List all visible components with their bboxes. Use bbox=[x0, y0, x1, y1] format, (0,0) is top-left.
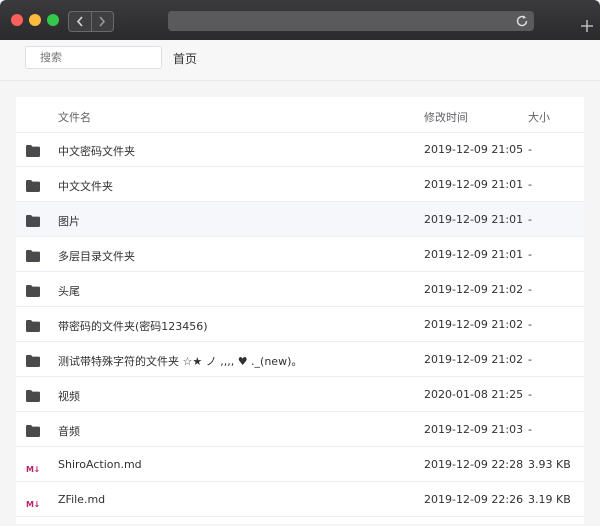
address-bar[interactable] bbox=[168, 11, 534, 31]
file-name: 视频 bbox=[58, 390, 80, 403]
file-name: 音频 bbox=[58, 425, 80, 438]
breadcrumb-home[interactable]: 首页 bbox=[173, 50, 197, 67]
modified-time: 2019-12-09 21:02 bbox=[424, 283, 524, 296]
table-row[interactable]: 带密码的文件夹(密码123456) 2019-12-09 21:02- bbox=[16, 307, 584, 342]
table-row[interactable]: 图片 2019-12-09 21:01- bbox=[16, 202, 584, 237]
modified-time: 2019-12-09 21:01 bbox=[424, 178, 524, 191]
table-row[interactable]: M↓ ShiroAction.md 2019-12-09 22:28 3.93 KB bbox=[16, 447, 584, 482]
file-size: - bbox=[528, 143, 532, 156]
modified-time: 2019-12-09 21:02 bbox=[424, 353, 524, 366]
close-window-button[interactable] bbox=[11, 14, 23, 26]
file-name: 中文密码文件夹 bbox=[58, 145, 135, 158]
modified-time: 2019-12-09 21:01 bbox=[424, 248, 524, 261]
new-tab-button[interactable] bbox=[576, 15, 598, 37]
chevron-left-icon bbox=[76, 16, 83, 27]
markdown-icon: M↓ bbox=[26, 492, 40, 509]
file-name: ShiroAction.md bbox=[58, 458, 142, 471]
folder-icon bbox=[26, 177, 40, 192]
table-row[interactable]: M↓ ZFile.md 2019-12-09 22:26 3.19 KB bbox=[16, 482, 584, 517]
folder-icon bbox=[26, 317, 40, 332]
modified-time: 2019-12-09 21:01 bbox=[424, 213, 524, 226]
file-name: 中文文件夹 bbox=[58, 180, 113, 193]
file-name: ZFile.md bbox=[58, 493, 106, 506]
table-header: 文件名 修改时间 大小 bbox=[16, 97, 584, 133]
reload-icon[interactable] bbox=[514, 13, 530, 29]
forward-button[interactable] bbox=[90, 12, 114, 31]
table-row[interactable]: 测试带特殊字符的文件夹 ☆★ ノ ,,,, ♥ ._(new)。 2019-12-… bbox=[16, 342, 584, 377]
file-table: 文件名 修改时间 大小 中文密码文件夹 2019-12-09 21:05- 中文文件… bbox=[16, 97, 584, 524]
folder-icon bbox=[26, 387, 40, 402]
file-size: - bbox=[528, 213, 532, 226]
chevron-right-icon bbox=[99, 16, 106, 27]
browser-titlebar bbox=[0, 0, 600, 40]
file-name: 图片 bbox=[58, 215, 80, 228]
header-time[interactable]: 修改时间 bbox=[424, 109, 468, 125]
file-name: 测试带特殊字符的文件夹 ☆★ ノ ,,,, ♥ ._(new)。 bbox=[58, 355, 303, 368]
file-size: - bbox=[528, 248, 532, 261]
table-row[interactable]: 中文文件夹 2019-12-09 21:01- bbox=[16, 167, 584, 202]
modified-time: 2019-12-09 21:03 bbox=[424, 423, 524, 436]
file-size: - bbox=[528, 388, 532, 401]
modified-time: 2019-12-09 22:26 bbox=[424, 493, 524, 506]
minimize-window-button[interactable] bbox=[29, 14, 41, 26]
markdown-icon-text: M↓ bbox=[26, 465, 40, 474]
file-name: 头尾 bbox=[58, 285, 80, 298]
header-name[interactable]: 文件名 bbox=[58, 109, 91, 125]
table-row[interactable]: 视频 2020-01-08 21:25- bbox=[16, 377, 584, 412]
folder-icon bbox=[26, 247, 40, 262]
modified-time: 2019-12-09 22:28 bbox=[424, 458, 524, 471]
file-size: - bbox=[528, 178, 532, 191]
search-input[interactable] bbox=[25, 46, 162, 69]
maximize-window-button[interactable] bbox=[47, 14, 59, 26]
back-button[interactable] bbox=[69, 12, 91, 31]
modified-time: 2019-12-09 21:05 bbox=[424, 143, 524, 156]
folder-icon bbox=[26, 422, 40, 437]
header-size[interactable]: 大小 bbox=[528, 109, 550, 125]
file-name: 带密码的文件夹(密码123456) bbox=[58, 320, 208, 333]
modified-time: 2019-12-09 21:02 bbox=[424, 318, 524, 331]
file-size: 3.93 KB bbox=[528, 458, 571, 471]
file-size: 3.19 KB bbox=[528, 493, 571, 506]
folder-icon bbox=[26, 212, 40, 227]
table-row[interactable]: 多层目录文件夹 2019-12-09 21:01- bbox=[16, 237, 584, 272]
file-size: - bbox=[528, 353, 532, 366]
folder-icon bbox=[26, 282, 40, 297]
folder-icon bbox=[26, 352, 40, 367]
markdown-icon-text: M↓ bbox=[26, 500, 40, 509]
file-name: 多层目录文件夹 bbox=[58, 250, 135, 263]
folder-icon bbox=[26, 142, 40, 157]
page: 首页 文件名 修改时间 大小 中文密码文件夹2019-12-09 21:05-中… bbox=[0, 40, 600, 526]
table-row[interactable]: 头尾 2019-12-09 21:02- bbox=[16, 272, 584, 307]
nav-buttons bbox=[68, 11, 114, 32]
top-bar: 首页 bbox=[0, 40, 600, 81]
file-size: - bbox=[528, 318, 532, 331]
table-row[interactable]: 音频 2019-12-09 21:03- bbox=[16, 412, 584, 447]
modified-time: 2020-01-08 21:25 bbox=[424, 388, 524, 401]
plus-icon bbox=[581, 20, 593, 32]
file-size: - bbox=[528, 283, 532, 296]
table-row[interactable]: 中文密码文件夹 2019-12-09 21:05- bbox=[16, 132, 584, 167]
file-size: - bbox=[528, 423, 532, 436]
markdown-icon: M↓ bbox=[26, 457, 40, 474]
